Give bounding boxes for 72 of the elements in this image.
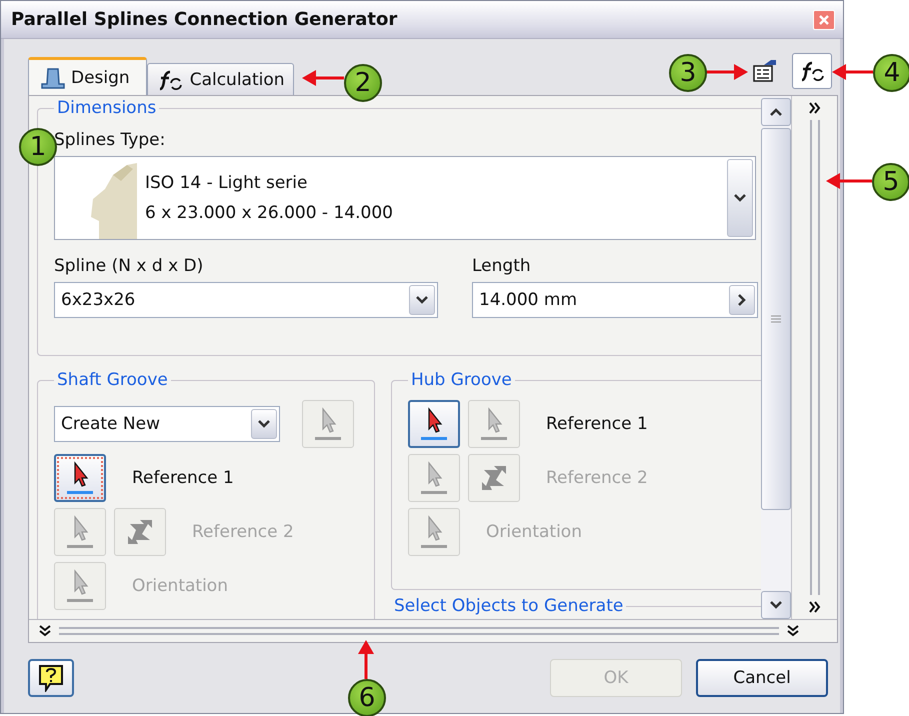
dialog-button[interactable]: Cancel bbox=[696, 659, 828, 697]
reference-label: Orientation bbox=[486, 522, 582, 542]
length-field[interactable]: 14.000 mm bbox=[472, 282, 758, 318]
chevron-down-icon bbox=[257, 419, 271, 429]
callout-arrow bbox=[705, 64, 748, 80]
profile-icon bbox=[41, 66, 65, 88]
splitter-grip[interactable] bbox=[810, 120, 820, 595]
callout-arrow bbox=[826, 173, 872, 189]
splines-type-size: 6 x 23.000 x 26.000 - 14.000 bbox=[145, 203, 394, 223]
reference-label: Reference 2 bbox=[546, 468, 648, 488]
spline-dropdown[interactable]: 6x23x26 bbox=[54, 282, 438, 318]
splines-type-dropdown[interactable]: ISO 14 - Light serie 6 x 23.000 x 26.000 - 14.000 bbox=[54, 156, 756, 240]
flip-icon bbox=[480, 464, 508, 492]
callout-number: 4 bbox=[873, 54, 909, 92]
expand-down-icon bbox=[787, 625, 799, 637]
cursor-icon bbox=[67, 569, 93, 603]
chevron-right-icon bbox=[737, 293, 747, 307]
field-value: 6x23x26 bbox=[60, 289, 136, 312]
reference-label: Reference 2 bbox=[192, 522, 294, 542]
window-title: Parallel Splines Connection Generator bbox=[11, 9, 398, 30]
reference-label: Reference 1 bbox=[132, 468, 234, 488]
cursor-icon bbox=[315, 407, 341, 441]
cursor-icon bbox=[421, 515, 447, 549]
close-button[interactable] bbox=[813, 10, 835, 30]
options-icon[interactable] bbox=[752, 59, 778, 83]
callout-arrow bbox=[832, 64, 873, 80]
group-title: Select Objects to Generate bbox=[393, 596, 624, 616]
tab[interactable]: Calculation bbox=[146, 63, 294, 95]
grip-icon bbox=[771, 315, 781, 323]
expand-button[interactable] bbox=[729, 285, 755, 315]
help-icon bbox=[38, 664, 64, 692]
cursor-icon bbox=[67, 461, 93, 495]
chevron-up-icon bbox=[769, 107, 783, 117]
select-button[interactable] bbox=[408, 400, 460, 448]
callout-number: 5 bbox=[872, 163, 909, 201]
chevron-down-icon bbox=[415, 295, 429, 305]
chevron-down-icon bbox=[769, 600, 783, 610]
callout-arrow bbox=[358, 640, 374, 679]
field-label: Spline (N x d x D) bbox=[54, 256, 204, 276]
group-title: Dimensions bbox=[56, 98, 158, 118]
scrollbar[interactable] bbox=[761, 96, 791, 619]
group-title: Shaft Groove bbox=[56, 370, 169, 390]
close-icon bbox=[818, 14, 830, 26]
expand-down-icon bbox=[39, 625, 51, 637]
scroll-up-button[interactable] bbox=[761, 98, 791, 126]
field-label: Splines Type: bbox=[54, 130, 166, 150]
cursor-icon bbox=[421, 407, 447, 441]
cursor-icon bbox=[481, 407, 507, 441]
expand-right-icon bbox=[808, 102, 820, 114]
scroll-thumb[interactable] bbox=[761, 128, 791, 510]
field-label: Length bbox=[472, 256, 532, 276]
splines-type-name: ISO 14 - Light serie bbox=[145, 173, 308, 193]
field-value: 14.000 mm bbox=[478, 289, 578, 312]
reference-label: Reference 1 bbox=[546, 414, 648, 434]
group-title: Hub Groove bbox=[410, 370, 513, 390]
field-value: Create New bbox=[60, 413, 161, 436]
chevron-down-icon bbox=[733, 193, 747, 203]
reference-label: Orientation bbox=[132, 576, 228, 596]
callout-arrow bbox=[302, 70, 344, 86]
cursor-icon bbox=[67, 515, 93, 549]
scroll-down-button[interactable] bbox=[761, 591, 791, 619]
select-button[interactable] bbox=[54, 454, 106, 502]
expand-right-icon bbox=[808, 601, 820, 613]
cursor-icon bbox=[421, 461, 447, 495]
help-button[interactable] bbox=[28, 659, 74, 697]
dropdown-button[interactable] bbox=[409, 285, 435, 315]
formula-button[interactable] bbox=[792, 53, 832, 89]
groove-dropdown[interactable]: Create New bbox=[54, 406, 280, 442]
splitter-grip[interactable] bbox=[59, 627, 779, 635]
dropdown-button[interactable] bbox=[251, 409, 277, 439]
flip-icon bbox=[126, 518, 154, 546]
tab[interactable]: Design bbox=[28, 57, 147, 95]
